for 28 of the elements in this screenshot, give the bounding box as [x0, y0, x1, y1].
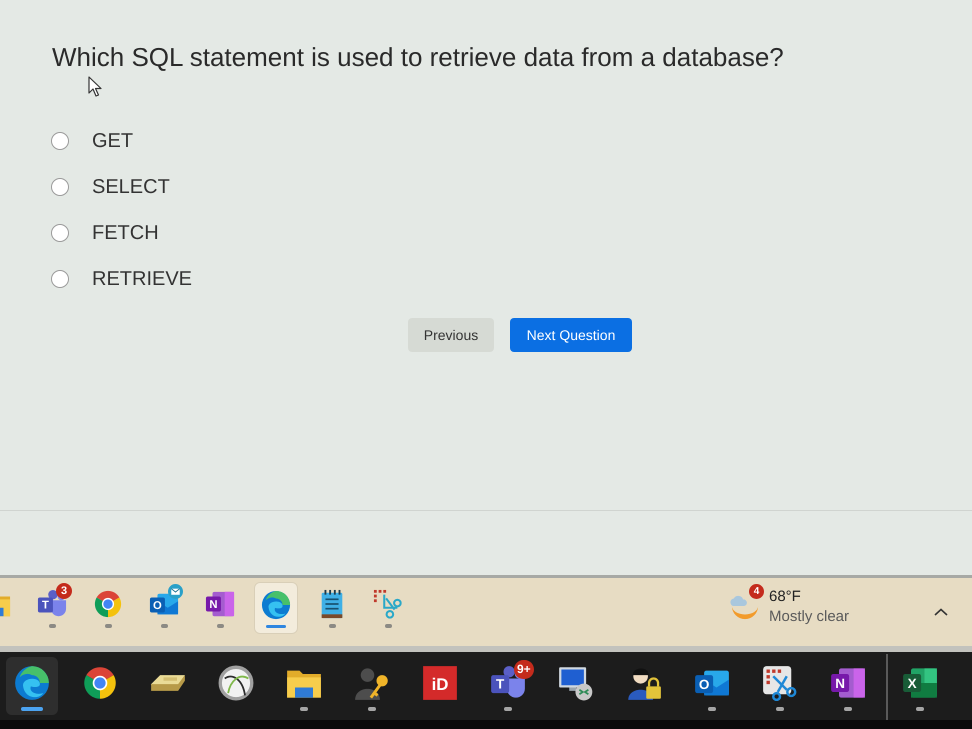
radio-button[interactable]: [51, 270, 69, 288]
option-label[interactable]: RETRIEVE: [92, 266, 192, 292]
question-text: Which SQL statement is used to retrieve data from a database?: [52, 41, 785, 74]
notification-badge: 9+: [514, 660, 534, 679]
option-label[interactable]: SELECT: [92, 174, 170, 200]
radio-button[interactable]: [51, 224, 69, 242]
active-app-tile[interactable]: [6, 657, 58, 715]
monitor-icon[interactable]: [558, 665, 594, 701]
globe-icon[interactable]: [218, 665, 254, 701]
notification-badge: 4: [749, 584, 764, 599]
radio-button[interactable]: [51, 178, 69, 196]
scissors-icon[interactable]: [762, 665, 798, 701]
mail-badge-icon: [168, 584, 183, 599]
weather-temperature[interactable]: 68°F: [769, 587, 850, 607]
radio-button[interactable]: [51, 132, 69, 150]
browser-circle-icon[interactable]: [82, 665, 118, 701]
next-question-button[interactable]: Next Question: [510, 318, 632, 352]
option-label[interactable]: GET: [92, 128, 134, 154]
notification-badge: 3: [56, 583, 72, 599]
previous-button[interactable]: Previous: [408, 318, 494, 352]
swirl-browser-icon[interactable]: [261, 590, 291, 620]
id-tile-icon[interactable]: iD: [422, 665, 458, 701]
swirl-browser-icon[interactable]: [14, 665, 50, 701]
mouse-pointer-icon: [88, 76, 102, 97]
option-label[interactable]: FETCH: [92, 220, 159, 246]
chevron-up-icon[interactable]: [934, 608, 948, 616]
weather-condition[interactable]: Mostly clear: [769, 607, 850, 627]
active-app-tile[interactable]: [254, 582, 298, 634]
